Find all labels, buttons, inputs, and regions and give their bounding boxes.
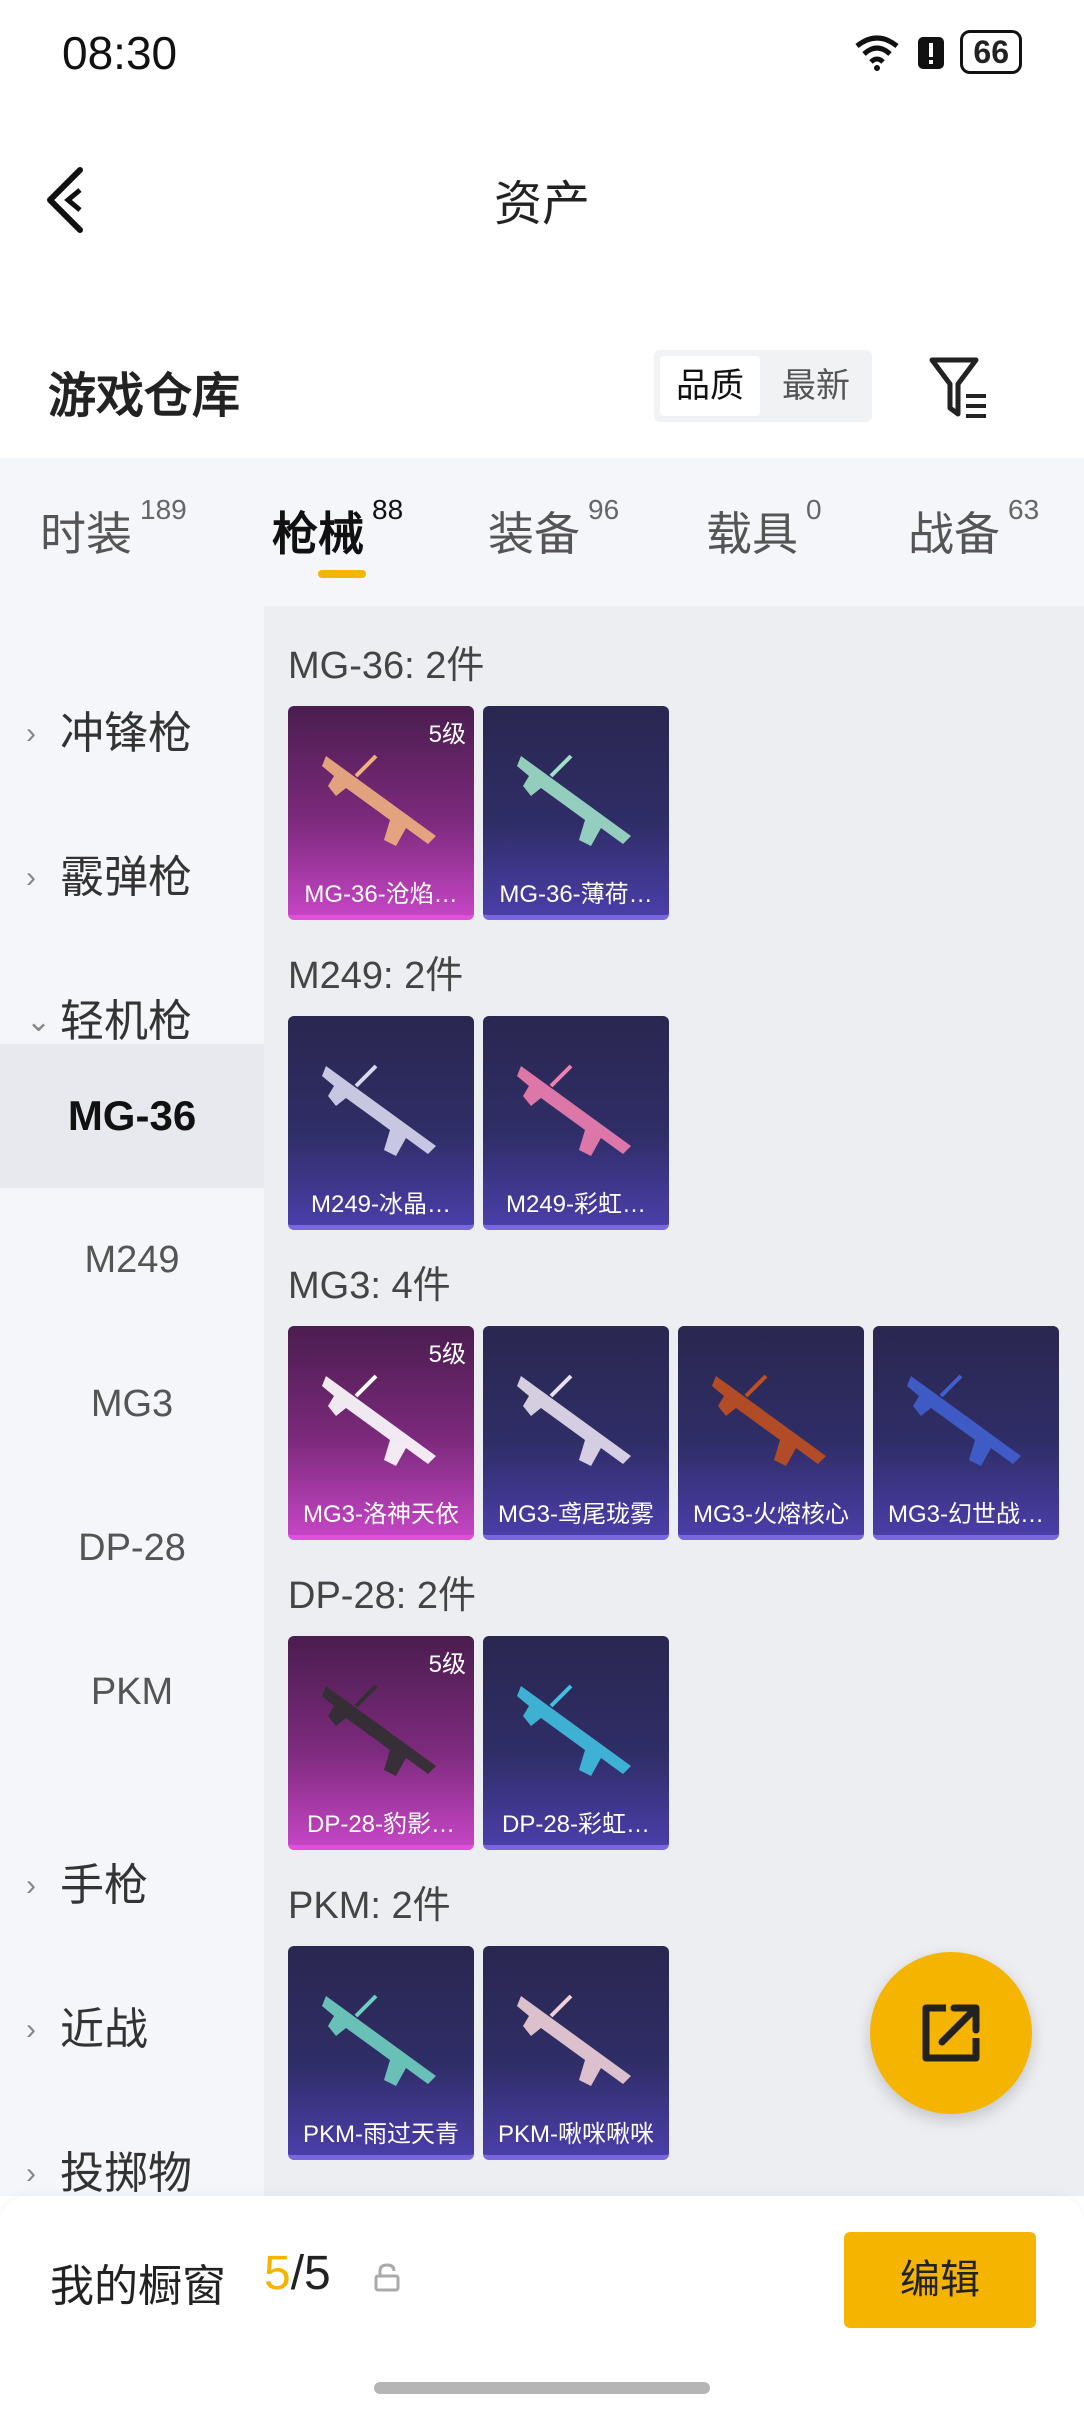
skin-card-row: 5级 DP-28-豹影… DP-28-彩虹… [288, 1636, 669, 1850]
chevron-right-icon: › [26, 861, 36, 894]
gun-icon [517, 1064, 631, 1156]
gun-icon [322, 1684, 436, 1776]
skin-card[interactable]: 5级 MG3-洛神天依 [288, 1326, 474, 1540]
tab-guns[interactable]: 枪械 88 [272, 494, 403, 564]
gun-icon [517, 1994, 631, 2086]
tab-equipment[interactable]: 装备 96 [488, 494, 619, 564]
skin-name: PKM-雨过天青 [303, 2121, 459, 2148]
tab-vehicles[interactable]: 载具 0 [706, 494, 822, 564]
active-tab-indicator [318, 570, 366, 578]
app-header: 资产 [0, 110, 1084, 280]
chevron-right-icon: › [26, 2013, 36, 2046]
gun-icon [322, 1064, 436, 1156]
level-badge: 5级 [428, 721, 466, 748]
skin-name: DP-28-豹影… [306, 1811, 456, 1838]
skin-name: MG3-幻世战… [888, 1501, 1044, 1528]
showcase-label: 我的橱窗 [50, 2262, 226, 2311]
share-button[interactable] [870, 1952, 1032, 2114]
sidebar-sub-m249[interactable]: M249 [0, 1188, 264, 1332]
edit-button[interactable]: 编辑 [844, 2232, 1036, 2328]
sidebar-sub-mg36[interactable]: MG-36 [0, 1044, 264, 1188]
tab-outfits[interactable]: 时装 189 [40, 494, 187, 564]
status-icons: 66 [852, 30, 1022, 74]
group-title: MG-36: 2件 [288, 645, 485, 687]
battery-indicator: 66 [960, 30, 1022, 74]
skin-name: MG-36-沧焰… [304, 881, 458, 908]
page-title: 资产 [493, 178, 590, 231]
gun-icon [517, 754, 631, 846]
sort-toggle: 品质 最新 [654, 350, 872, 422]
skin-name: MG3-火熔核心 [693, 1501, 849, 1528]
showcase-count: 5/5 [264, 2247, 331, 2300]
skin-name: DP-28-彩虹… [501, 1811, 651, 1838]
external-link-icon [922, 2004, 980, 2062]
skin-card[interactable]: MG3-鸢尾珑雾 [483, 1326, 669, 1540]
skin-name: MG-36-薄荷… [499, 881, 653, 908]
group-title: M249: 2件 [288, 955, 464, 997]
showcase-bar: 我的橱窗 5/5 编辑 [0, 2196, 1084, 2412]
skin-card-row: 5级 MG3-洛神天依 MG3-鸢尾珑雾 MG3-火熔核心 MG3-幻世战… [288, 1326, 1059, 1540]
sidebar-item-smg[interactable]: › 冲锋枪 [26, 684, 192, 784]
skin-card[interactable]: M249-冰晶… [288, 1016, 474, 1230]
category-tabs: 时装 189 枪械 88 装备 96 载具 0 战备 63 [0, 458, 1084, 606]
tab-supplies[interactable]: 战备 63 [908, 494, 1039, 564]
status-bar: 08:30 66 [0, 0, 1084, 110]
level-badge: 5级 [428, 1341, 466, 1368]
lock-icon [374, 2263, 400, 2292]
skin-card[interactable]: M249-彩虹… [483, 1016, 669, 1230]
sidebar-item-melee[interactable]: › 近战 [26, 1980, 148, 2080]
skin-card-row: 5级 MG-36-沧焰… MG-36-薄荷… [288, 706, 669, 920]
skin-card[interactable]: PKM-啾咪啾咪 [483, 1946, 669, 2160]
gun-icon [517, 1684, 631, 1776]
skin-card[interactable]: MG-36-薄荷… [483, 706, 669, 920]
skin-card-row: M249-冰晶… M249-彩虹… [288, 1016, 669, 1230]
sidebar-item-pistol[interactable]: › 手枪 [26, 1836, 148, 1936]
gun-icon [322, 1374, 436, 1466]
skin-name: M249-冰晶… [310, 1191, 452, 1218]
group-title: PKM: 2件 [288, 1885, 451, 1927]
skin-card[interactable]: 5级 DP-28-豹影… [288, 1636, 474, 1850]
filter-icon[interactable] [926, 352, 990, 424]
alert-icon [918, 37, 945, 69]
status-time: 08:30 [62, 27, 178, 79]
gun-icon [712, 1374, 826, 1466]
store-heading: 游戏仓库 品质 最新 [0, 330, 1084, 450]
gun-icon [322, 754, 436, 846]
sidebar-sub-dp28[interactable]: DP-28 [0, 1476, 264, 1620]
sidebar-sub-mg3[interactable]: MG3 [0, 1332, 264, 1476]
skin-name: PKM-啾咪啾咪 [498, 2121, 654, 2148]
skin-card-row: PKM-雨过天青 PKM-啾咪啾咪 [288, 1946, 669, 2160]
sort-newest-button[interactable]: 最新 [766, 356, 866, 416]
gun-icon [517, 1374, 631, 1466]
sidebar-item-shotgun[interactable]: › 霰弹枪 [26, 828, 192, 928]
level-badge: 5级 [428, 1651, 466, 1678]
gun-icon [322, 1994, 436, 2086]
store-title: 游戏仓库 [48, 370, 241, 423]
weapon-sidebar: › 冲锋枪 › 霰弹枪 ⌄ 轻机枪 MG-36 M249 MG3 DP-28 PKM … [0, 606, 264, 2198]
wifi-icon [855, 35, 899, 71]
skin-name: MG3-鸢尾珑雾 [498, 1501, 654, 1528]
group-title: DP-28: 2件 [288, 1575, 476, 1617]
gun-icon [907, 1374, 1021, 1466]
skin-name: M249-彩虹… [505, 1191, 647, 1218]
sidebar-sub-pkm[interactable]: PKM [0, 1620, 264, 1764]
skin-card[interactable]: MG3-幻世战… [873, 1326, 1059, 1540]
chevron-right-icon: › [26, 1869, 36, 1902]
group-title: MG3: 4件 [288, 1265, 451, 1307]
skin-card[interactable]: PKM-雨过天青 [288, 1946, 474, 2160]
skin-name: MG3-洛神天依 [303, 1501, 459, 1528]
sort-quality-button[interactable]: 品质 [660, 356, 760, 416]
chevron-right-icon: › [26, 717, 36, 750]
skin-card[interactable]: DP-28-彩虹… [483, 1636, 669, 1850]
home-indicator[interactable] [374, 2382, 710, 2394]
skin-card[interactable]: 5级 MG-36-沧焰… [288, 706, 474, 920]
skin-card[interactable]: MG3-火熔核心 [678, 1326, 864, 1540]
